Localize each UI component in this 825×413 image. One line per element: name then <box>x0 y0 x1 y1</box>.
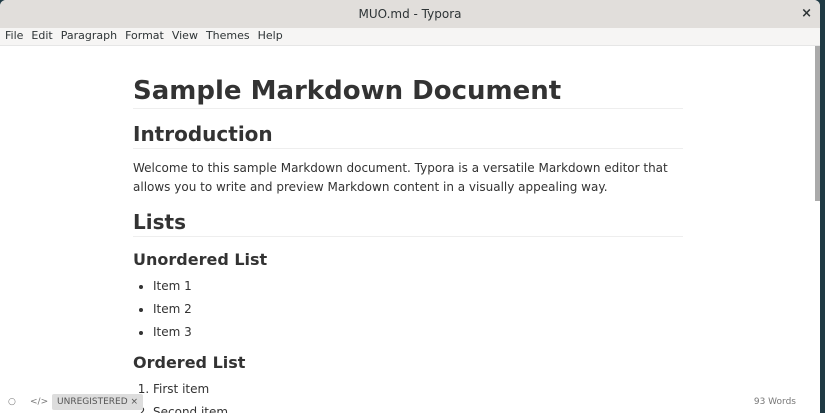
word-count[interactable]: 93 Words <box>754 397 796 407</box>
heading-unordered: Unordered List <box>133 249 683 271</box>
list-item: Item 1 <box>153 279 683 294</box>
close-icon[interactable]: × <box>801 0 812 28</box>
menu-bar: File Edit Paragraph Format View Themes H… <box>0 28 820 46</box>
menu-view[interactable]: View <box>172 28 198 45</box>
source-code-icon[interactable]: </> <box>30 397 44 407</box>
heading-ordered: Ordered List <box>133 352 683 374</box>
menu-edit[interactable]: Edit <box>31 28 52 45</box>
scrollbar[interactable] <box>815 46 820 201</box>
typora-window: MUO.md - Typora × File Edit Paragraph Fo… <box>0 0 820 413</box>
list-item: Item 3 <box>153 325 683 340</box>
document-title: Sample Markdown Document <box>133 76 683 109</box>
heading-lists: Lists <box>133 209 683 237</box>
status-bar: ○ </> UNREGISTERED × 93 Words <box>0 391 820 413</box>
editor-content[interactable]: Sample Markdown Document Introduction We… <box>133 46 683 413</box>
circle-icon[interactable]: ○ <box>8 397 22 407</box>
list-item: Item 2 <box>153 302 683 317</box>
unordered-list: Item 1 Item 2 Item 3 <box>133 279 683 340</box>
menu-format[interactable]: Format <box>125 28 164 45</box>
heading-introduction: Introduction <box>133 121 683 149</box>
unregistered-badge[interactable]: UNREGISTERED × <box>52 394 143 410</box>
window-title: MUO.md - Typora <box>359 7 462 21</box>
title-bar: MUO.md - Typora × <box>0 0 820 28</box>
intro-paragraph: Welcome to this sample Markdown document… <box>133 159 683 197</box>
menu-file[interactable]: File <box>5 28 23 45</box>
menu-themes[interactable]: Themes <box>206 28 250 45</box>
menu-help[interactable]: Help <box>258 28 283 45</box>
menu-paragraph[interactable]: Paragraph <box>61 28 117 45</box>
